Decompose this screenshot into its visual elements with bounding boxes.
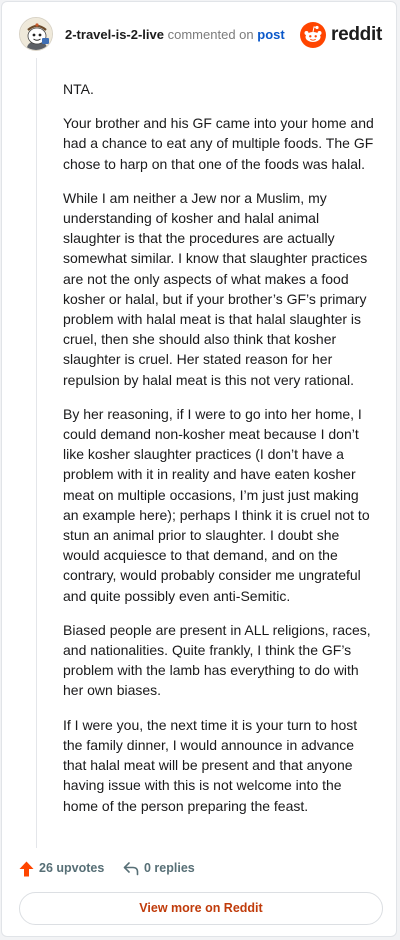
reddit-wordmark: reddit bbox=[331, 24, 382, 45]
post-link[interactable]: post bbox=[257, 27, 284, 42]
reply-arrow-icon bbox=[123, 862, 139, 876]
user-avatar[interactable] bbox=[19, 17, 53, 51]
upvote-arrow-icon bbox=[19, 861, 34, 877]
comment-paragraph: If I were you, the next time it is your … bbox=[63, 716, 358, 814]
commented-on-text: commented on bbox=[167, 27, 254, 42]
comment-card: 2-travel-is-2-live commented on post red… bbox=[1, 1, 397, 937]
thread-line bbox=[36, 58, 37, 848]
comment-meta: 2-travel-is-2-live commented on post bbox=[65, 27, 285, 42]
comment-paragraph: While I am neither a Jew nor a Muslim, m… bbox=[63, 189, 368, 388]
username-link[interactable]: 2-travel-is-2-live bbox=[65, 27, 164, 42]
comment-paragraph: Biased people are present in ALL religio… bbox=[63, 621, 371, 699]
comment-header: 2-travel-is-2-live commented on post red… bbox=[19, 17, 382, 53]
comment-paragraph: NTA. bbox=[63, 81, 94, 97]
reddit-logo-icon bbox=[300, 22, 326, 48]
reply-count: 0 replies bbox=[144, 861, 195, 875]
snoo-avatar-icon bbox=[20, 18, 52, 50]
view-more-button[interactable]: View more on Reddit bbox=[19, 892, 383, 925]
upvote-count: 26 upvotes bbox=[39, 861, 105, 875]
comment-body: NTA. Your brother and his GF came into y… bbox=[63, 79, 377, 830]
comment-paragraph: By her reasoning, if I were to go into h… bbox=[63, 405, 370, 604]
comment-paragraph: Your brother and his GF came into your h… bbox=[63, 115, 374, 172]
